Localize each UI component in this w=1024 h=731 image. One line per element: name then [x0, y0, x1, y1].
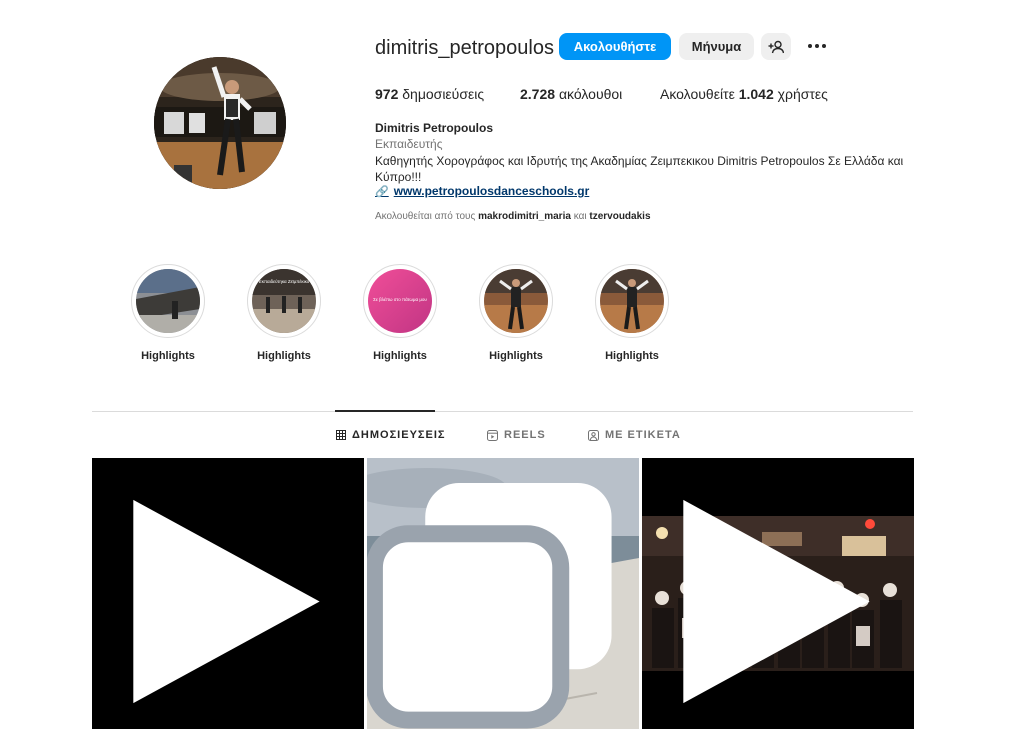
suggest-user-button[interactable] — [761, 33, 791, 60]
grid-icon — [336, 430, 346, 440]
tab-reels-label: REELS — [504, 429, 546, 441]
profile-category: Εκπαιδευτής — [375, 137, 443, 151]
active-tab-indicator — [335, 410, 435, 412]
reel-play-icon — [683, 499, 870, 704]
highlight-item[interactable]: Σε βλέπω στο πάτωμα μου Highlights — [363, 264, 437, 362]
tab-tagged[interactable]: ΜΕ ΕΤΙΚΕΤΑ — [588, 429, 681, 441]
following-prefix: Ακολουθείτε — [660, 86, 735, 102]
following-count-value: 1.042 — [738, 86, 774, 102]
highlight-item[interactable]: Εκπαιδεύτηκα Ζεϊμπέκικο Highlights — [247, 264, 321, 362]
followers-count-label: ακόλουθοι — [558, 86, 623, 102]
highlight-item[interactable]: Highlights — [479, 264, 553, 362]
post-tile[interactable] — [367, 458, 639, 729]
highlight-cover-text: Εκπαιδεύτηκα Ζεϊμπέκικο — [259, 278, 310, 284]
follow-button[interactable]: Ακολουθήστε — [559, 33, 671, 60]
reel-play-icon — [133, 499, 320, 704]
following-suffix: χρήστες — [777, 86, 828, 102]
highlight-cover: Σε βλέπω στο πάτωμα μου — [368, 269, 432, 333]
more-options-icon[interactable] — [806, 36, 828, 56]
profile-avatar[interactable] — [154, 57, 286, 189]
highlight-ring — [595, 264, 669, 338]
highlight-cover-text: Σε βλέπω στο πάτωμα μου — [373, 296, 427, 302]
profile-bio: Καθηγητής Χορογράφος και Ιδρυτής της Ακα… — [375, 154, 904, 184]
tabs-divider — [92, 411, 913, 412]
reels-icon — [487, 429, 498, 441]
message-button[interactable]: Μήνυμα — [679, 33, 754, 60]
tab-posts[interactable]: ΔΗΜΟΣΙΕΥΣΕΙΣ — [336, 429, 446, 441]
carousel-icon — [367, 482, 612, 729]
followed-by-prefix: Ακολουθείται από τους — [375, 211, 476, 222]
highlight-label: Highlights — [605, 350, 659, 362]
profile-username: dimitris_petropoulos — [375, 37, 554, 59]
tab-posts-label: ΔΗΜΟΣΙΕΥΣΕΙΣ — [352, 429, 446, 441]
highlight-label: Highlights — [373, 350, 427, 362]
tab-reels[interactable]: REELS — [487, 429, 546, 441]
highlight-item[interactable]: Highlights — [595, 264, 669, 362]
link-icon: 🔗 — [375, 185, 389, 198]
followed-by-and: και — [573, 211, 587, 222]
followers-count[interactable]: 2.728 ακόλουθοι — [520, 86, 622, 102]
following-count[interactable]: Ακολουθείτε 1.042 χρήστες — [660, 86, 828, 102]
highlight-cover — [484, 269, 548, 333]
highlight-cover — [136, 269, 200, 333]
posts-count-label: δημοσιεύσεις — [402, 86, 485, 102]
profile-full-name: Dimitris Petropoulos — [375, 121, 494, 135]
profile-link[interactable]: 🔗 www.petropoulosdanceschools.gr — [375, 184, 589, 198]
followed-by: Ακολουθείται από τους makrodimitri_maria… — [375, 211, 651, 222]
tab-tagged-label: ΜΕ ΕΤΙΚΕΤΑ — [605, 429, 681, 441]
highlight-ring — [131, 264, 205, 338]
highlight-ring: Σε βλέπω στο πάτωμα μου — [363, 264, 437, 338]
highlight-label: Highlights — [257, 350, 311, 362]
followed-by-user-1[interactable]: makrodimitri_maria — [478, 211, 571, 222]
avatar-image — [154, 57, 286, 189]
post-tile[interactable] — [92, 458, 364, 729]
highlight-label: Highlights — [141, 350, 195, 362]
highlight-cover — [600, 269, 664, 333]
tagged-icon — [588, 429, 599, 441]
highlight-ring — [479, 264, 553, 338]
highlight-label: Highlights — [489, 350, 543, 362]
posts-count-value: 972 — [375, 86, 399, 102]
posts-count: 972 δημοσιεύσεις — [375, 86, 484, 102]
profile-link-text[interactable]: www.petropoulosdanceschools.gr — [394, 184, 590, 198]
followers-count-value: 2.728 — [520, 86, 556, 102]
add-person-icon — [768, 40, 784, 53]
highlight-cover: Εκπαιδεύτηκα Ζεϊμπέκικο — [252, 269, 316, 333]
highlight-item[interactable]: Highlights — [131, 264, 205, 362]
followed-by-user-2[interactable]: tzervoudakis — [589, 211, 650, 222]
post-tile[interactable] — [642, 458, 914, 729]
highlight-ring: Εκπαιδεύτηκα Ζεϊμπέκικο — [247, 264, 321, 338]
